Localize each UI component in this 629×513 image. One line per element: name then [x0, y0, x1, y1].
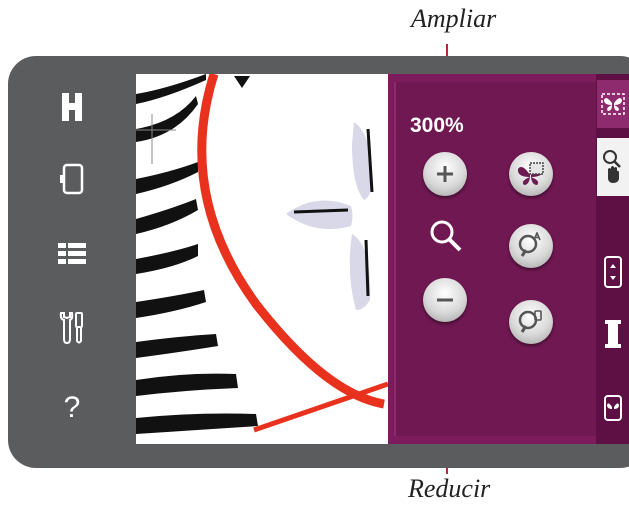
zoom-to-hoop-button[interactable]	[509, 300, 553, 344]
position-icon	[604, 256, 622, 288]
zoom-to-all-button[interactable]	[509, 224, 553, 268]
zoom-out-button[interactable]	[423, 278, 467, 322]
h-logo-icon	[62, 93, 82, 121]
zoom-pan-icon	[603, 150, 621, 183]
hoop-icon	[60, 163, 84, 195]
help-icon: ?	[63, 391, 81, 424]
magnifier-a-icon	[518, 232, 541, 257]
tools-icon	[59, 312, 83, 345]
zoom-to-selection-button[interactable]	[509, 152, 553, 196]
zoom-in-button[interactable]	[423, 152, 467, 196]
plus-icon	[437, 166, 453, 182]
zoom-level-value: 300%	[410, 114, 464, 137]
thread-spool-icon	[605, 320, 621, 348]
tab-edit[interactable]	[597, 80, 629, 128]
zoom-out-callout: Reducir	[408, 474, 491, 503]
butterfly-hoop-icon	[604, 395, 622, 421]
sidebar-item-tools[interactable]	[8, 298, 136, 358]
sidebar-item-hoop[interactable]	[8, 149, 136, 209]
list-icon	[58, 243, 86, 264]
tab-zoom-pan[interactable]	[597, 138, 629, 196]
butterfly-select-icon	[517, 162, 544, 185]
butterfly-frame-icon	[601, 93, 625, 115]
tab-design-info[interactable]	[597, 384, 629, 432]
tab-thread[interactable]	[597, 310, 629, 358]
sidebar: ?	[8, 72, 136, 444]
tab-position[interactable]	[597, 248, 629, 296]
embroidery-design-image	[136, 74, 388, 444]
magnifier-hoop-icon	[518, 310, 542, 333]
magnifier-icon	[430, 220, 462, 252]
zoom-in-callout: Ampliar	[411, 4, 497, 33]
sidebar-item-home[interactable]	[8, 77, 136, 137]
embroidery-preview[interactable]	[136, 74, 388, 444]
minus-icon	[437, 298, 453, 302]
sidebar-item-list[interactable]	[8, 224, 136, 284]
device-screen: 300%	[136, 74, 629, 444]
sidebar-item-help[interactable]: ?	[8, 378, 136, 438]
